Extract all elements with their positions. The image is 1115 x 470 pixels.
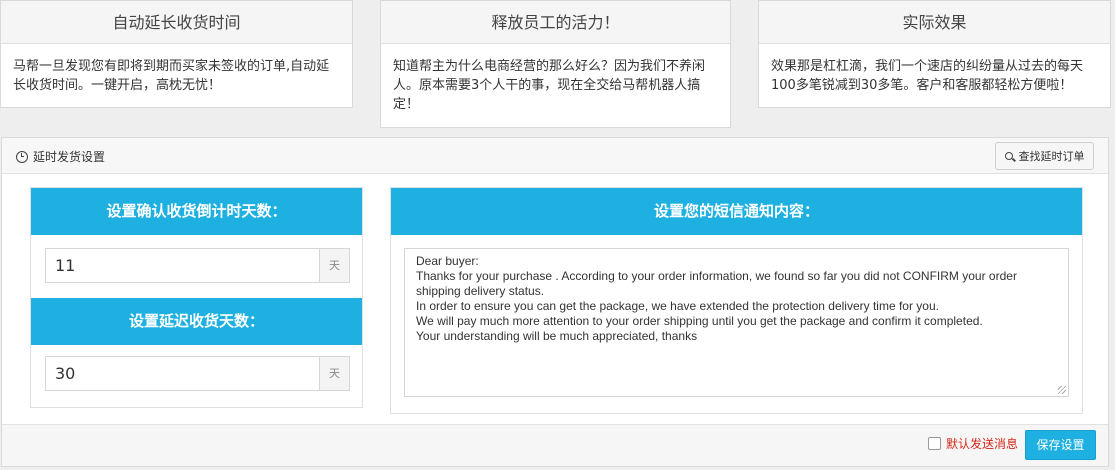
save-settings-button[interactable]: 保存设置 — [1025, 430, 1096, 460]
card-title: 自动延长收货时间 — [1, 1, 352, 44]
confirm-days-input-group: 11 天 — [45, 248, 350, 283]
info-card-result: 实际效果 效果那是杠杠滴，我们一个速店的纠纷量从过去的每天100多笔锐减到30多… — [758, 0, 1111, 108]
find-button-label: 查找延时订单 — [1018, 150, 1085, 163]
days-settings-box: 设置确认收货倒计时天数： 11 天 设置延迟收货天数： 30 天 — [30, 187, 363, 408]
panel-footer: 默认发送消息 保存设置 — [2, 424, 1108, 466]
confirm-days-unit: 天 — [319, 248, 350, 283]
sms-label: 设置您的短信通知内容： — [391, 188, 1082, 235]
info-card-staff: 释放员工的活力！ 知道帮主为什么电商经营的那么好么？因为我们不养闲人。原本需要3… — [380, 0, 731, 128]
card-body: 马帮一旦发现您有即将到期而买家未签收的订单,自动延长收货时间。一键开启，高枕无忧… — [13, 59, 330, 93]
card-body: 效果那是杠杠滴，我们一个速店的纠纷量从过去的每天100多笔锐减到30多笔。客户和… — [771, 59, 1084, 93]
panel-title: 延时发货设置 — [16, 148, 105, 165]
extend-days-input-group: 30 天 — [45, 356, 350, 391]
card-title: 实际效果 — [759, 1, 1110, 44]
default-send-checkbox[interactable] — [928, 437, 941, 450]
extend-days-input[interactable]: 30 — [45, 356, 319, 391]
find-delayed-orders-button[interactable]: 查找延时订单 — [995, 142, 1094, 170]
search-icon — [1004, 152, 1013, 160]
sms-content-textarea[interactable]: Dear buyer: Thanks for your purchase . A… — [404, 248, 1069, 397]
card-body: 知道帮主为什么电商经营的那么好么？因为我们不养闲人。原本需要3个人干的事，现在全… — [393, 59, 706, 112]
confirm-days-label: 设置确认收货倒计时天数： — [31, 188, 362, 235]
panel-header: 延时发货设置 查找延时订单 — [2, 138, 1108, 174]
extend-days-label: 设置延迟收货天数： — [31, 298, 362, 345]
panel-title-text: 延时发货设置 — [33, 150, 106, 164]
sms-content-text: Dear buyer: Thanks for your purchase . A… — [416, 254, 1017, 343]
clock-icon — [16, 150, 28, 163]
card-title: 释放员工的活力！ — [381, 1, 730, 44]
info-card-auto-extend: 自动延长收货时间 马帮一旦发现您有即将到期而买家未签收的订单,自动延长收货时间。… — [0, 0, 353, 108]
extend-days-unit: 天 — [319, 356, 350, 391]
resize-grip-icon[interactable] — [1058, 386, 1066, 394]
sms-settings-box: 设置您的短信通知内容： Dear buyer: Thanks for your … — [390, 187, 1083, 414]
confirm-days-input[interactable]: 11 — [45, 248, 319, 283]
default-send-label: 默认发送消息 — [946, 437, 1019, 451]
delay-shipping-panel: 延时发货设置 查找延时订单 设置确认收货倒计时天数： 11 天 设置延迟收货天数… — [1, 137, 1109, 467]
